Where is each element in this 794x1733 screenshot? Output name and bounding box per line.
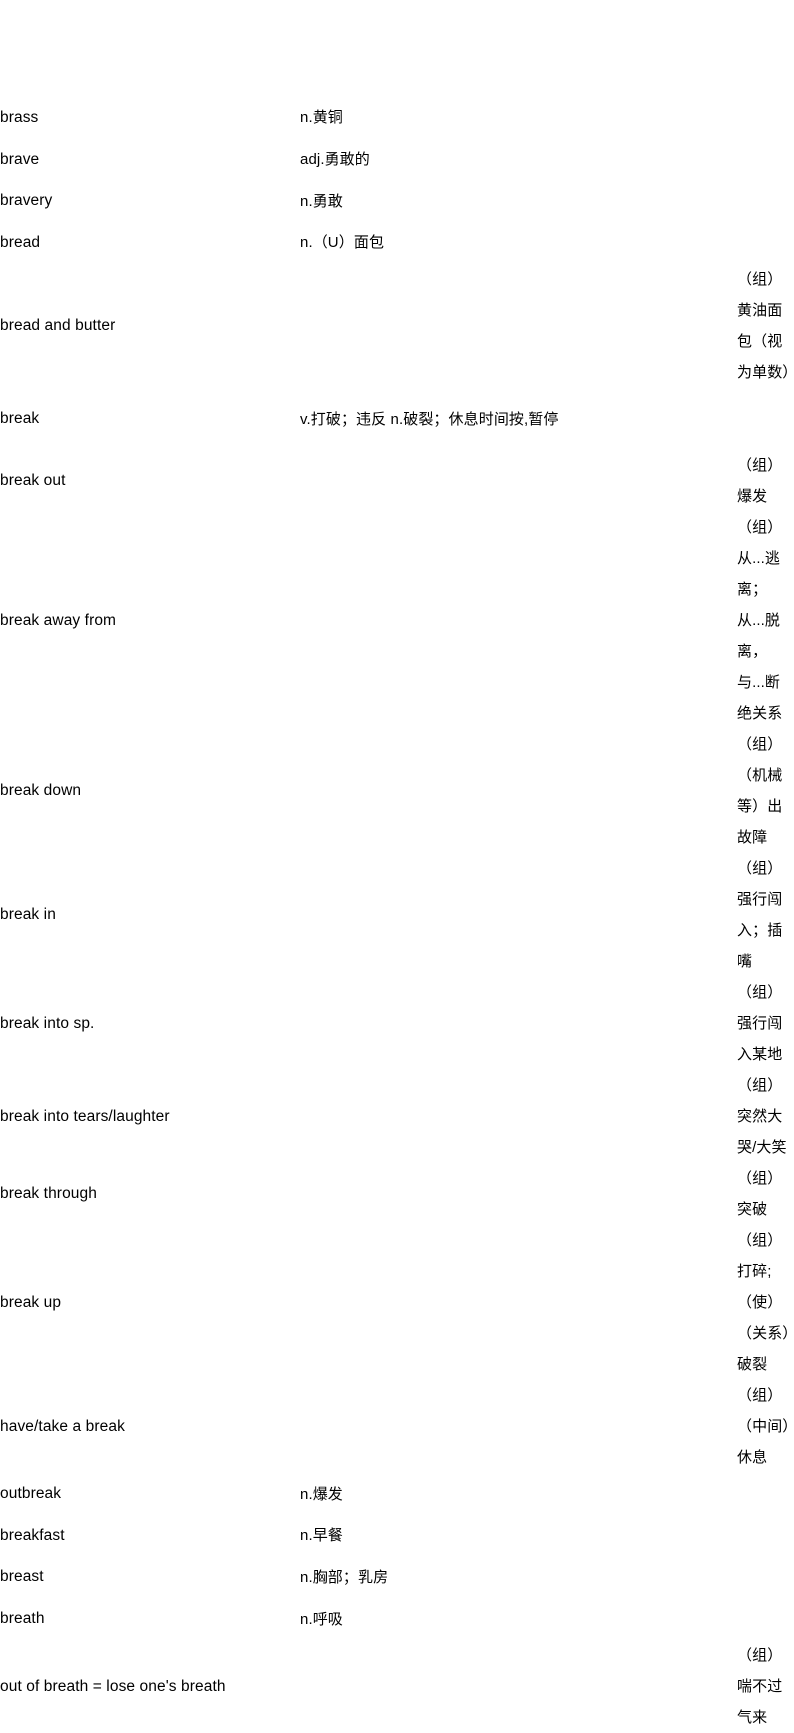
entry-term: break out <box>0 472 66 490</box>
entry-definition: （组）从...逃离；从...脱离，与...断绝关系 <box>737 519 783 723</box>
vocabulary-entry: breakfast n.早餐 <box>0 1515 794 1557</box>
vocabulary-entry: out of breath = lose one's breath （组）喘不过气… <box>0 1640 794 1733</box>
entry-term: break through <box>0 1185 97 1203</box>
entry-definition: n.（U）面包 <box>300 234 385 252</box>
vocabulary-entry: breast n.胸部；乳房 <box>0 1557 794 1599</box>
entry-definition: n.勇敢 <box>300 192 343 210</box>
vocabulary-entry: bread and butter （组）黄油面包（视为单数） <box>0 264 794 388</box>
entry-term: bread <box>0 233 41 251</box>
entry-definition: （组）突然大哭/大笑 <box>737 1077 787 1157</box>
entry-term: brave <box>0 150 40 168</box>
vocabulary-entry: break in （组）强行闯入；插嘴 <box>0 853 794 977</box>
entry-term: breast <box>0 1568 44 1586</box>
entry-definition: （组）强行闯入某地 <box>737 984 783 1064</box>
entry-definition: （组）爆发 <box>737 457 783 506</box>
entry-term: break away from <box>0 611 117 629</box>
entry-term: break up <box>0 1293 62 1311</box>
entry-term: bravery <box>0 192 53 210</box>
entry-term: brass <box>0 108 39 126</box>
entry-definition: （组）喘不过气来 <box>737 1647 783 1726</box>
vocabulary-entry: breath n.呼吸 <box>0 1598 794 1640</box>
entry-definition: （组）强行闯入；插嘴 <box>737 860 783 971</box>
vocabulary-entry: break into sp. （组）强行闯入某地 <box>0 977 794 1070</box>
vocabulary-entry: have/take a break （组）（中间）休息 <box>0 1380 794 1473</box>
vocabulary-entry: brass n.黄铜 <box>0 97 794 139</box>
entry-term: bread and butter <box>0 316 116 334</box>
vocabulary-entry: bravery n.勇敢 <box>0 180 794 222</box>
entry-term: break into sp. <box>0 1014 95 1032</box>
vocabulary-entry: break out （组）爆发 <box>0 450 794 512</box>
vocabulary-entry: break v.打破；违反 n.破裂；休息时间按,暂停 <box>0 388 794 451</box>
vocabulary-entry: break into tears/laughter （组）突然大哭/大笑 <box>0 1070 794 1163</box>
entry-definition: adj.勇敢的 <box>300 151 370 169</box>
entry-definition: n.胸部；乳房 <box>300 1568 389 1586</box>
vocabulary-entry: break through （组）突破 <box>0 1163 794 1225</box>
vocabulary-page: brass n.黄铜 brave adj.勇敢的 bravery n.勇敢 bread n.（… <box>0 0 794 1726</box>
entry-term: breakfast <box>0 1526 65 1544</box>
vocabulary-table: brass n.黄铜 brave adj.勇敢的 bravery n.勇敢 bread n.（… <box>0 97 794 1733</box>
entry-term: break <box>0 410 40 427</box>
entry-definition: n.爆发 <box>300 1485 343 1503</box>
entry-definition: n.黄铜 <box>300 109 343 127</box>
entry-term: have/take a break <box>0 1417 125 1435</box>
entry-term: outbreak <box>0 1485 62 1503</box>
entry-definition: （组）打碎;（使）（关系）破裂 <box>737 1232 790 1374</box>
entry-definition: （组）突破 <box>737 1170 783 1219</box>
entry-term: break down <box>0 782 82 800</box>
entry-term: break in <box>0 906 56 924</box>
entry-definition: （组）黄油面包（视为单数） <box>737 270 794 381</box>
entry-definition: n.呼吸 <box>300 1610 343 1628</box>
vocabulary-entry: break down （组）（机械等）出故障 <box>0 729 794 853</box>
vocabulary-entry: break up （组）打碎;（使）（关系）破裂 <box>0 1225 794 1380</box>
vocabulary-entry: outbreak n.爆发 <box>0 1473 794 1515</box>
vocabulary-entry: bread n.（U）面包 <box>0 222 794 264</box>
entry-definition: v.打破；违反 n.破裂；休息时间按,暂停 <box>300 410 559 428</box>
vocabulary-entry: brave adj.勇敢的 <box>0 139 794 181</box>
entry-term: break into tears/laughter <box>0 1107 170 1125</box>
entry-definition: n.早餐 <box>300 1527 343 1545</box>
entry-definition: （组）（机械等）出故障 <box>737 736 783 847</box>
entry-definition: （组）（中间）休息 <box>737 1387 790 1467</box>
entry-term: out of breath = lose one's breath <box>0 1677 226 1695</box>
vocabulary-entry: break away from （组）从...逃离；从...脱离，与...断绝关系 <box>0 512 794 729</box>
vocabulary-table-body: brass n.黄铜 brave adj.勇敢的 bravery n.勇敢 bread n.（… <box>0 97 794 1733</box>
entry-term: breath <box>0 1610 45 1628</box>
